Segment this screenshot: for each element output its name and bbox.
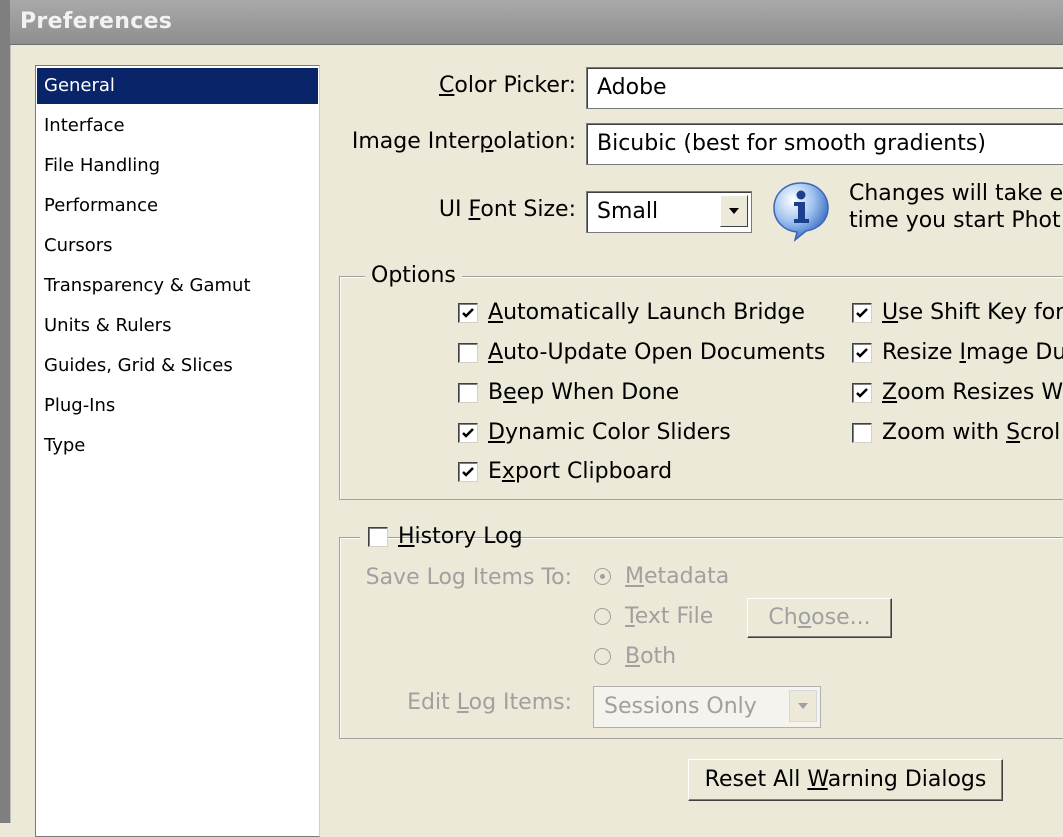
sidebar-item-label: General (44, 75, 115, 96)
checkbox-box[interactable] (852, 303, 872, 323)
options-group-title: Options (365, 263, 462, 288)
sidebar-item-cursors[interactable]: Cursors (37, 228, 318, 264)
history-log-group-title: History Log (360, 522, 523, 552)
checkbox-box[interactable] (852, 383, 872, 403)
checkbox-box[interactable] (458, 343, 478, 363)
checkbox-box[interactable] (852, 343, 872, 363)
info-icon (773, 182, 829, 242)
info-message: Changes will take e time you start Phot (849, 180, 1063, 234)
checkmark-icon (856, 348, 868, 358)
image-interpolation-value: Bicubic (best for smooth gradients) (597, 131, 986, 156)
checkmark-icon (856, 388, 868, 398)
category-list[interactable]: General Interface File Handling Performa… (35, 65, 320, 837)
info-message-line1: Changes will take e (849, 181, 1063, 206)
checkbox-label: Auto-Update Open Documents (488, 340, 826, 365)
sidebar-item-type[interactable]: Type (37, 428, 318, 464)
sidebar-item-performance[interactable]: Performance (37, 188, 318, 224)
color-picker-label: Color Picker: (439, 73, 576, 98)
chevron-down-icon (729, 208, 739, 214)
checkmark-icon (462, 308, 474, 318)
title-bar[interactable]: Preferences (10, 0, 1063, 45)
color-picker-value: Adobe (597, 75, 667, 100)
sidebar-item-units-rulers[interactable]: Units & Rulers (37, 308, 318, 344)
checkbox-label: Zoom with Scrol (882, 420, 1061, 445)
checkbox-label: Beep When Done (488, 380, 680, 405)
radio-label: Text File (625, 604, 714, 629)
sidebar-item-label: Performance (44, 195, 159, 216)
reset-all-warning-dialogs-button[interactable]: Reset All Warning Dialogs (688, 759, 1003, 801)
sidebar-item-general[interactable]: General (37, 68, 318, 104)
info-message-line2: time you start Phot (849, 208, 1061, 233)
choose-button[interactable]: Choose... (747, 598, 892, 638)
image-interpolation-dropdown[interactable]: Bicubic (best for smooth gradients) (586, 123, 1063, 165)
checkbox-label: Export Clipboard (488, 459, 673, 484)
checkbox-box[interactable] (458, 423, 478, 443)
edit-log-items-value: Sessions Only (604, 694, 757, 719)
sidebar-item-label: Guides, Grid & Slices (44, 355, 233, 376)
sidebar-item-guides-grid-slices[interactable]: Guides, Grid & Slices (37, 348, 318, 384)
checkbox-label: Use Shift Key for (882, 300, 1063, 325)
checkbox-label: Dynamic Color Sliders (488, 420, 731, 445)
sidebar-item-interface[interactable]: Interface (37, 108, 318, 144)
sidebar-item-transparency-gamut[interactable]: Transparency & Gamut (37, 268, 318, 304)
checkbox-box[interactable] (458, 303, 478, 323)
sidebar-item-label: Transparency & Gamut (44, 275, 251, 296)
edit-log-items-label: Edit Log Items: (407, 690, 572, 715)
sidebar-item-label: Interface (44, 115, 125, 136)
checkmark-icon (856, 308, 868, 318)
radio-button[interactable] (594, 568, 611, 585)
ui-font-size-value: Small (597, 199, 659, 224)
dropdown-arrow-button[interactable] (720, 195, 748, 227)
edit-log-items-dropdown[interactable]: Sessions Only (593, 686, 821, 728)
sidebar-item-label: File Handling (44, 155, 161, 176)
sidebar-item-plug-ins[interactable]: Plug-Ins (37, 388, 318, 424)
sidebar-item-label: Units & Rulers (44, 315, 172, 336)
save-log-items-label: Save Log Items To: (365, 565, 572, 590)
image-interpolation-label: Image Interpolation: (351, 129, 576, 154)
ui-font-size-dropdown[interactable]: Small (586, 191, 752, 233)
radio-label: Metadata (625, 564, 730, 589)
dropdown-arrow-button[interactable] (789, 690, 817, 722)
checkbox-box[interactable] (458, 383, 478, 403)
checkbox-box[interactable] (852, 423, 872, 443)
checkbox-box[interactable] (458, 462, 478, 482)
checkmark-icon (462, 428, 474, 438)
window-title: Preferences (20, 9, 173, 34)
checkbox-label: Resize Image Du (882, 340, 1063, 365)
ui-font-size-label: UI Font Size: (438, 197, 576, 222)
checkbox-label: History Log (398, 524, 523, 549)
sidebar-item-file-handling[interactable]: File Handling (37, 148, 318, 184)
window-left-edge (0, 0, 11, 823)
chevron-down-icon (798, 703, 808, 709)
sidebar-item-label: Type (44, 435, 86, 456)
checkbox-label: Automatically Launch Bridge (488, 300, 805, 325)
radio-button[interactable] (594, 608, 611, 625)
checkbox-label: Zoom Resizes W (882, 380, 1063, 405)
checkbox-box[interactable] (368, 527, 388, 547)
color-picker-dropdown[interactable]: Adobe (586, 67, 1063, 109)
checkmark-icon (462, 467, 474, 477)
radio-button[interactable] (594, 648, 611, 665)
sidebar-item-label: Cursors (44, 235, 113, 256)
sidebar-item-label: Plug-Ins (44, 395, 116, 416)
radio-label: Both (625, 644, 677, 669)
